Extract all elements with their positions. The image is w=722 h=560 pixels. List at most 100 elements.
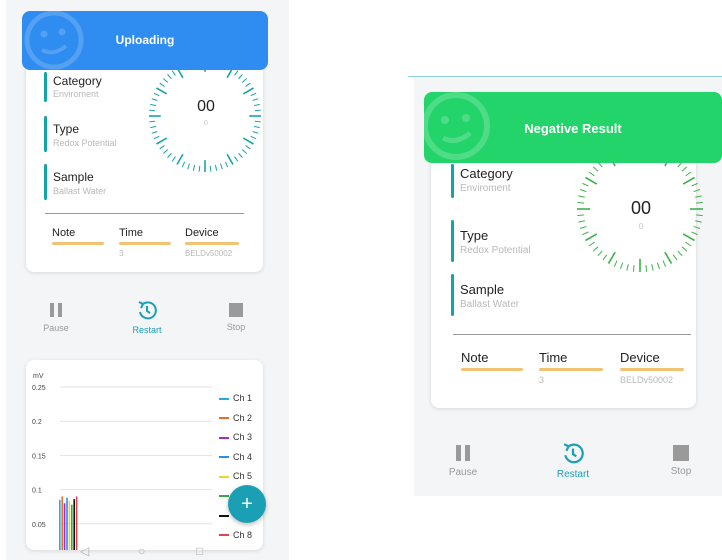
chart-card: mV 0.05 0.1 0.15 0.2 0.25 Ch 1 Ch 2 Ch 3 Ch 4 Ch…	[26, 360, 263, 550]
dial-tick	[242, 87, 254, 95]
nav-home-button[interactable]: ○	[138, 544, 145, 558]
y-tick-label: 0.25	[32, 385, 46, 392]
dial-tick	[176, 153, 184, 165]
dial-tick	[214, 164, 218, 171]
category-label: Category	[460, 166, 513, 181]
dial-tick	[159, 145, 165, 150]
note-label: Note	[52, 227, 76, 239]
legend-label: Ch 4	[233, 451, 253, 462]
info-row-sample: Sample Ballast Water	[451, 274, 571, 316]
restart-label: Restart	[556, 469, 590, 480]
dial-tick	[245, 82, 251, 87]
dial-tick	[163, 78, 169, 83]
pause-icon	[50, 303, 62, 317]
meta-note: Note	[52, 227, 104, 245]
dial-tick	[696, 214, 703, 217]
note-label: Note	[461, 350, 489, 365]
dial-tick	[241, 149, 247, 154]
dial-tick	[695, 220, 702, 223]
dial-tick	[592, 246, 599, 252]
dial-tick	[149, 120, 156, 123]
info-row-category: Category Enviroment	[44, 72, 154, 102]
nav-recent-button[interactable]: □	[196, 544, 203, 558]
legend-swatch	[219, 436, 229, 439]
stop-button[interactable]: Stop	[660, 445, 702, 477]
dial-tick	[151, 131, 158, 134]
dial-tick	[252, 98, 259, 101]
meta-time: Time 3	[119, 227, 171, 258]
time-underline	[119, 242, 171, 245]
dial-tick	[693, 189, 701, 193]
dial-tick	[602, 254, 608, 261]
channel-bar	[73, 499, 75, 550]
dial-tick	[156, 137, 168, 145]
dial-tick	[250, 92, 257, 97]
restart-button[interactable]: Restart	[122, 300, 172, 335]
channel-bar	[68, 501, 71, 550]
dial-tick	[253, 103, 260, 107]
dial-tick	[149, 109, 156, 112]
dial-tick	[245, 145, 251, 150]
restart-button[interactable]: Restart	[546, 442, 600, 480]
stop-button[interactable]: Stop	[216, 303, 256, 332]
dial-tick	[651, 264, 654, 271]
dial-tick	[220, 163, 223, 170]
dial-tick	[632, 265, 635, 272]
dial-tick	[156, 87, 168, 95]
dial-tick	[577, 201, 584, 204]
channel-bar	[59, 499, 61, 550]
legend-item: Ch 4	[219, 452, 252, 462]
dial-tick	[192, 164, 196, 171]
dial-tick	[597, 250, 603, 257]
dial-tick	[691, 231, 698, 236]
dial-tick	[607, 251, 616, 264]
dial-tick	[234, 70, 239, 76]
legend-swatch	[219, 456, 229, 459]
pause-icon	[456, 445, 470, 461]
meta-device: Device BELDv50002	[620, 350, 684, 385]
restart-icon	[563, 443, 584, 464]
pause-label: Pause	[448, 467, 478, 478]
legend-label: Ch 8	[233, 529, 253, 540]
time-value: 3	[119, 249, 124, 258]
channel-bar	[63, 503, 66, 550]
stop-icon	[673, 445, 689, 461]
dial-tick	[588, 171, 595, 177]
legend-swatch	[219, 417, 229, 420]
dial-tick	[577, 214, 584, 217]
add-fab-button[interactable]: +	[228, 485, 266, 523]
pause-button[interactable]: Pause	[442, 444, 484, 478]
dial-tick	[153, 135, 160, 140]
dial-tick	[187, 163, 190, 170]
dial-tick	[681, 246, 688, 252]
legend-item: Ch 1	[219, 393, 252, 403]
dial-tick	[582, 231, 589, 236]
device-value: BELDv50002	[620, 375, 674, 385]
pause-button[interactable]: Pause	[36, 302, 76, 333]
legend-item: Ch 3	[219, 432, 252, 442]
timer-dial-subvalue: 0	[204, 120, 208, 127]
nav-back-button[interactable]: ◁	[80, 544, 89, 558]
top-border-line	[408, 76, 722, 77]
legend-swatch	[219, 534, 229, 537]
category-label: Category	[53, 74, 102, 88]
type-value: Redox Potential	[53, 138, 117, 148]
y-tick-label: 0.15	[32, 453, 46, 460]
negative-result-toast: Negative Result	[424, 92, 722, 163]
meta-device: Device BELDv50002	[185, 227, 239, 258]
dial-tick	[626, 264, 629, 271]
note-underline	[461, 368, 523, 371]
dial-tick	[664, 251, 673, 264]
dial-tick	[163, 149, 169, 154]
dial-tick	[150, 125, 157, 129]
dial-tick	[579, 189, 587, 193]
dial-tick	[682, 176, 695, 185]
dial-tick	[685, 241, 692, 247]
left-phone-screen: Category Enviroment Type Redox Potential…	[0, 0, 296, 560]
dial-tick	[677, 250, 683, 257]
time-underline	[539, 368, 603, 371]
dial-tick	[578, 195, 585, 198]
time-label: Time	[119, 227, 144, 239]
info-row-category: Category Enviroment	[451, 164, 571, 198]
note-underline	[52, 242, 104, 245]
